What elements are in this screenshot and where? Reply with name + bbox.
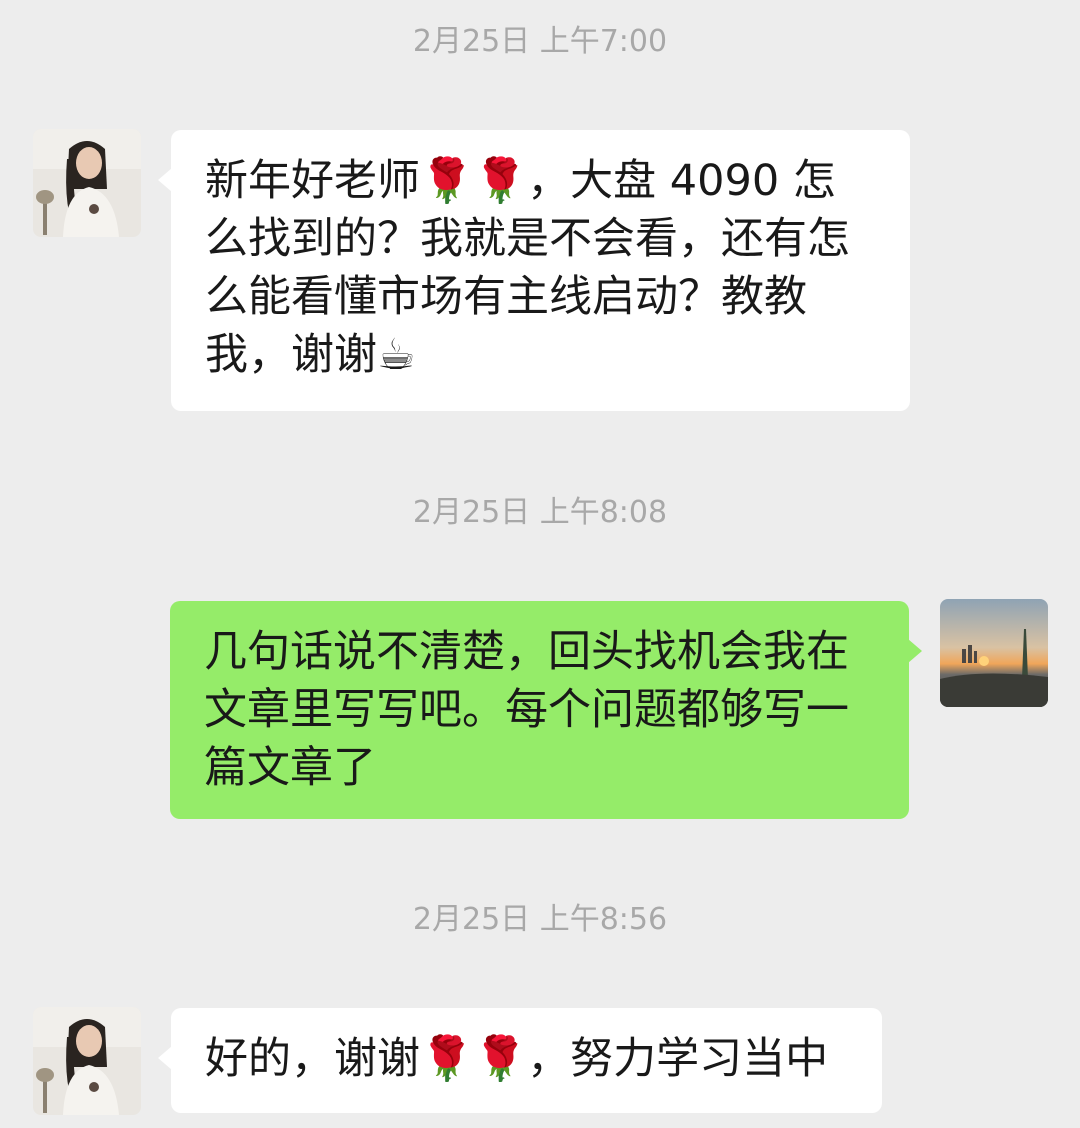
message-text: 新年好老师🌹🌹，大盘 4090 怎么找到的？我就是不会看，还有怎么能看懂市场有主… — [205, 156, 850, 380]
woman-portrait-icon — [33, 129, 141, 237]
my-avatar[interactable] — [940, 599, 1048, 707]
timestamp: 2月25日 上午8:08 — [412, 495, 668, 530]
message-bubble[interactable]: 新年好老师🌹🌹，大盘 4090 怎么找到的？我就是不会看，还有怎么能看懂市场有主… — [158, 130, 910, 411]
timestamp: 2月25日 上午8:56 — [412, 902, 668, 937]
message-bubble[interactable]: 几句话说不清楚，回头找机会我在文章里写写吧。每个问题都够写一篇文章了 — [170, 601, 922, 819]
contact-avatar[interactable] — [33, 1007, 141, 1115]
woman-portrait-icon — [33, 1007, 141, 1115]
message-text: 几句话说不清楚，回头找机会我在文章里写写吧。每个问题都够写一篇文章了 — [204, 627, 849, 793]
message-bubble[interactable]: 好的，谢谢🌹🌹，努力学习当中 — [158, 1008, 882, 1113]
message-text: 好的，谢谢🌹🌹，努力学习当中 — [205, 1034, 829, 1084]
sunset-landscape-icon — [940, 599, 1048, 707]
contact-avatar[interactable] — [33, 129, 141, 237]
timestamp: 2月25日 上午7:00 — [412, 24, 668, 59]
